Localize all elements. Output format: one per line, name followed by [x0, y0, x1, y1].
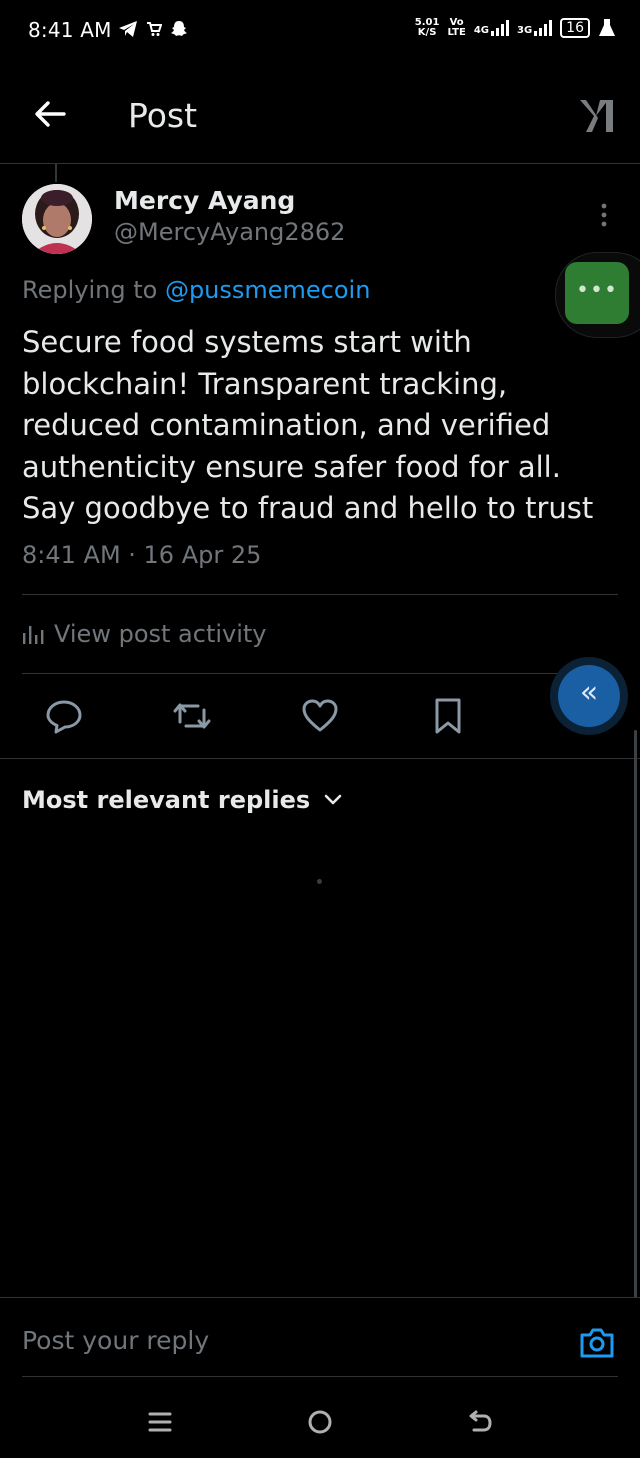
like-button[interactable] — [300, 696, 340, 736]
display-name[interactable]: Mercy Ayang — [114, 186, 295, 215]
post-text: Secure food systems start with blockchai… — [22, 325, 594, 525]
cart-icon — [146, 21, 162, 37]
home-button[interactable] — [302, 1404, 338, 1440]
flask-icon — [599, 19, 615, 36]
status-left-icons — [118, 20, 188, 38]
chevron-down-icon — [324, 794, 342, 805]
status-time: 8:41 AM — [28, 18, 112, 42]
volte-bottom: LTE — [447, 27, 466, 38]
back-button[interactable] — [28, 94, 72, 134]
thread-connector — [55, 164, 57, 182]
arrow-left-icon — [35, 101, 66, 127]
scrollbar[interactable] — [634, 730, 637, 1298]
header-divider — [0, 163, 640, 164]
divider — [22, 673, 618, 674]
more-dots-icon: ••• — [576, 278, 618, 303]
network-4g-label: 4G — [473, 25, 489, 36]
x-logo-icon[interactable] — [578, 96, 618, 136]
back-arrow-icon — [469, 1410, 492, 1432]
menu-lines-icon — [148, 1412, 172, 1432]
kebab-menu-icon — [601, 203, 607, 227]
snapchat-icon — [170, 20, 188, 38]
signal-icon — [491, 20, 509, 36]
like-icon — [302, 699, 338, 732]
reply-sort-label: Most relevant replies — [22, 786, 311, 814]
reply-input[interactable] — [22, 1326, 542, 1355]
divider — [0, 758, 640, 759]
floating-more-button[interactable]: ••• — [565, 262, 629, 324]
repost-icon — [173, 703, 211, 729]
reply-sort-dropdown[interactable]: Most relevant replies — [22, 786, 342, 814]
view-post-activity-label: View post activity — [54, 620, 267, 648]
bookmark-icon — [435, 698, 461, 734]
camera-button[interactable] — [578, 1324, 616, 1362]
post-timestamp[interactable]: 8:41 AM · 16 Apr 25 — [22, 541, 261, 569]
battery-level: 16 — [566, 20, 584, 36]
loading-indicator — [317, 879, 322, 884]
analytics-icon — [23, 626, 44, 644]
camera-icon — [580, 1328, 614, 1358]
volte-indicator: Vo LTE — [447, 18, 465, 38]
back-nav-button[interactable] — [462, 1404, 498, 1440]
replying-to-mention[interactable]: @pussmemecoin — [165, 276, 371, 304]
net-speed-unit: K/S — [417, 27, 437, 38]
replying-prefix: Replying to — [22, 276, 165, 304]
repost-button[interactable] — [172, 696, 212, 736]
status-right-cluster: 5.01 K/S Vo LTE 4G 3G 16 — [415, 18, 616, 38]
signal-3g: 3G — [517, 20, 553, 36]
divider — [22, 594, 618, 595]
double-chevron-left-icon: « — [579, 675, 599, 710]
signal-4g: 4G — [474, 20, 509, 36]
net-speed: 5.01 K/S — [415, 18, 440, 38]
more-options-button[interactable] — [594, 200, 614, 230]
battery-icon: 16 — [560, 18, 590, 38]
home-circle-icon — [308, 1410, 332, 1434]
view-post-activity[interactable]: View post activity — [22, 620, 267, 648]
signal-icon — [534, 20, 553, 36]
network-3g-label: 3G — [517, 25, 533, 36]
reply-button[interactable] — [44, 696, 84, 736]
telegram-icon — [118, 20, 138, 38]
replying-to: Replying to @pussmemecoin — [22, 276, 370, 304]
page-title: Post — [128, 96, 198, 135]
divider — [22, 1376, 618, 1377]
bookmark-button[interactable] — [428, 696, 468, 736]
floating-collapse-button[interactable]: « — [558, 665, 620, 727]
username[interactable]: @MercyAyang2862 — [114, 218, 345, 246]
recent-apps-button[interactable] — [142, 1404, 178, 1440]
avatar[interactable] — [22, 184, 92, 254]
reply-icon — [46, 700, 82, 734]
divider — [0, 1297, 640, 1298]
